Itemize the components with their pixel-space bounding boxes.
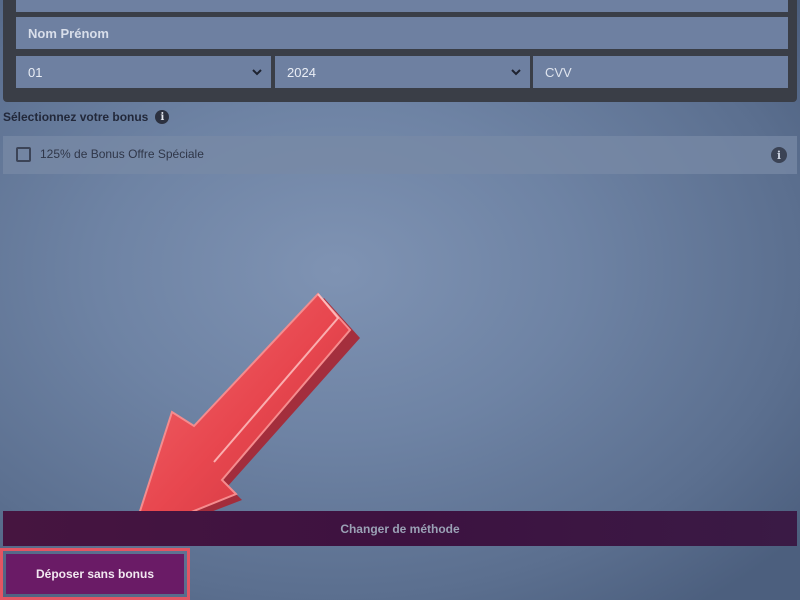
expiry-month-value: 01	[28, 64, 43, 80]
chevron-down-icon	[252, 69, 262, 76]
expiry-year-value: 2024	[287, 64, 316, 80]
chevron-down-icon	[511, 69, 521, 76]
deposit-highlight-frame: Déposer sans bonus	[0, 548, 190, 600]
cvv-field[interactable]: CVV	[533, 56, 788, 88]
cvv-placeholder: CVV	[545, 64, 572, 80]
cardholder-name-placeholder: Nom Prénom	[28, 25, 109, 41]
expiry-year-select[interactable]: 2024	[275, 56, 530, 88]
card-number-field[interactable]	[16, 0, 788, 12]
bonus-checkbox[interactable]	[16, 147, 31, 162]
cardholder-name-field[interactable]: Nom Prénom	[16, 17, 788, 49]
bonus-section-title: Sélectionnez votre bonus i	[3, 110, 170, 124]
info-icon[interactable]: i	[771, 147, 787, 163]
expiry-month-select[interactable]: 01	[16, 56, 271, 88]
bonus-option-label: 125% de Bonus Offre Spéciale	[40, 147, 204, 161]
bonus-title-text: Sélectionnez votre bonus	[3, 110, 149, 124]
deposit-without-bonus-button[interactable]: Déposer sans bonus	[6, 554, 184, 594]
change-method-button[interactable]: Changer de méthode	[3, 511, 797, 546]
bonus-option-row[interactable]: 125% de Bonus Offre Spéciale i	[3, 136, 797, 174]
payment-form: Nom Prénom 01 2024 CVV	[3, 0, 797, 102]
info-icon[interactable]: i	[155, 110, 170, 124]
